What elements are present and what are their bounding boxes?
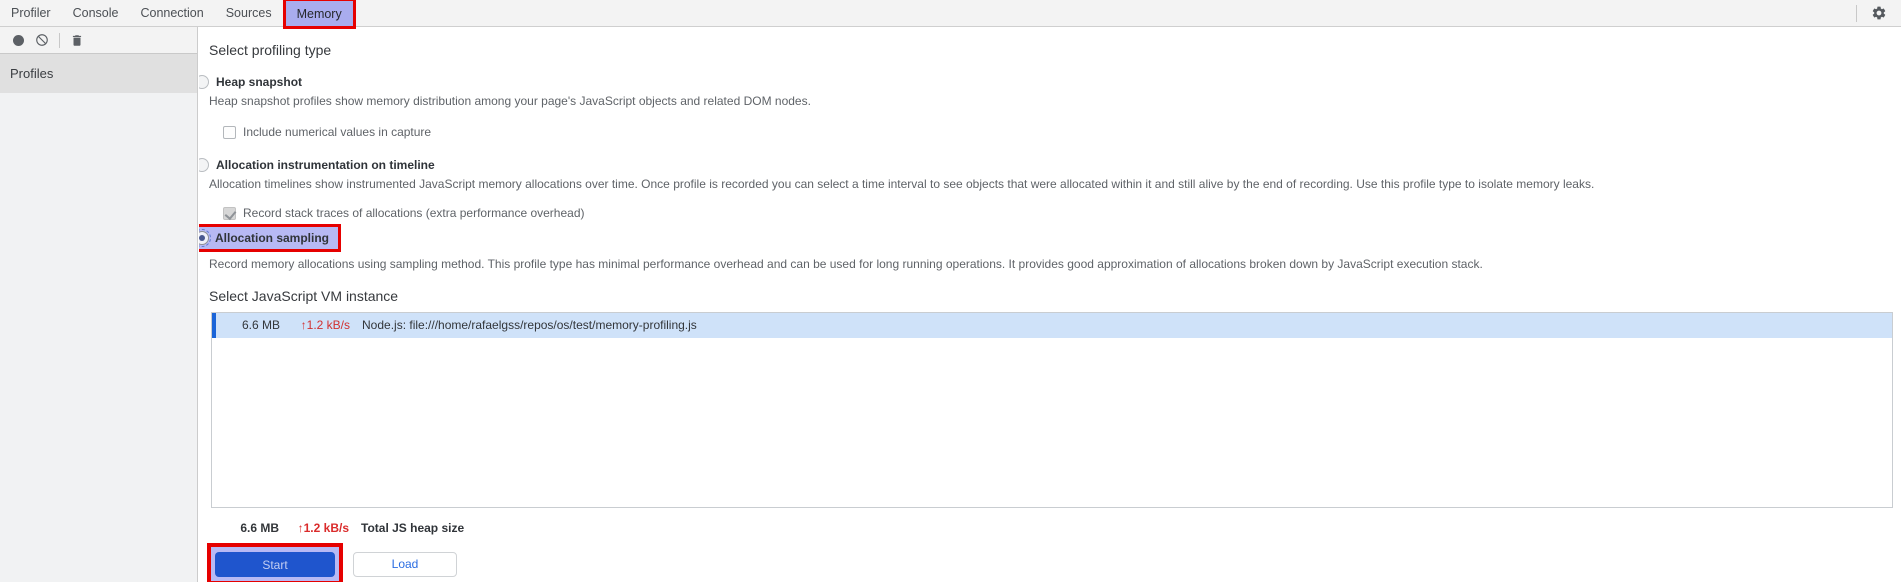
clear-profiles-button[interactable]: [30, 33, 54, 47]
start-button-annotation-box: Start: [207, 543, 343, 582]
option-label[interactable]: Allocation instrumentation on timeline: [216, 158, 435, 172]
total-heap-size: 6.6 MB: [240, 521, 279, 535]
radio-icon[interactable]: [199, 75, 209, 89]
total-allocation-rate: ↑1.2 kB/s: [297, 521, 349, 535]
radio-option-allocation-timeline[interactable]: Allocation instrumentation on timeline: [199, 156, 435, 174]
action-buttons-row: Start Load: [207, 543, 1901, 582]
tab-memory[interactable]: Memory: [285, 1, 353, 26]
delete-profile-button[interactable]: [65, 33, 89, 48]
checkbox-icon[interactable]: [223, 125, 236, 139]
option-description: Record memory allocations using sampling…: [209, 257, 1483, 271]
profiles-toolbar: [0, 27, 197, 54]
tab-sources[interactable]: Sources: [215, 0, 283, 26]
vm-instance-row-selected[interactable]: 6.6 MB ↑1.2 kB/s Node.js: file:///home/r…: [212, 313, 1892, 338]
vm-instance-name: Node.js: file:///home/rafaelgss/repos/os…: [362, 318, 697, 332]
devtools-memory-panel: Profiler Console Connection Sources Memo…: [0, 0, 1901, 582]
total-heap-label: Total JS heap size: [361, 521, 465, 535]
checkbox-label: Record stack traces of allocations (extr…: [243, 206, 585, 220]
vm-instance-heading: Select JavaScript VM instance: [209, 288, 399, 304]
total-heap-row: 6.6 MB ↑1.2 kB/s Total JS heap size: [211, 521, 1901, 536]
record-circle-icon: [12, 34, 24, 46]
tabbar-right-controls: [1856, 0, 1901, 26]
checkbox-record-stack-traces[interactable]: Record stack traces of allocations (extr…: [223, 204, 585, 222]
checkbox-label[interactable]: Include numerical values in capture: [243, 125, 431, 139]
panel-tabbar: Profiler Console Connection Sources Memo…: [0, 0, 1901, 27]
vm-allocation-rate: ↑1.2 kB/s: [300, 318, 350, 332]
gear-icon: [1871, 5, 1887, 21]
checkbox-include-numerical-values[interactable]: Include numerical values in capture: [223, 123, 431, 141]
tab-profiler[interactable]: Profiler: [0, 0, 62, 26]
profiles-sidebar: Profiles: [0, 27, 198, 582]
tab-console[interactable]: Console: [62, 0, 130, 26]
checkbox-icon: [223, 206, 236, 220]
option-description: Allocation timelines show instrumented J…: [209, 177, 1595, 191]
radio-icon[interactable]: [199, 158, 209, 172]
trash-icon: [70, 33, 84, 48]
record-profile-button[interactable]: [6, 34, 30, 46]
option-description: Heap snapshot profiles show memory distr…: [209, 94, 811, 108]
block-icon: [35, 33, 49, 47]
start-button[interactable]: Start: [215, 552, 335, 577]
profiling-type-heading: Select profiling type: [209, 42, 332, 58]
radio-option-allocation-sampling[interactable]: Allocation sampling: [199, 227, 339, 249]
option-label[interactable]: Heap snapshot: [216, 75, 302, 89]
radio-selected-icon[interactable]: [199, 229, 211, 247]
vm-instance-table: 6.6 MB ↑1.2 kB/s Node.js: file:///home/r…: [211, 312, 1893, 508]
vm-heap-size: 6.6 MB: [241, 318, 280, 332]
settings-button[interactable]: [1857, 5, 1901, 21]
radio-option-heap-snapshot[interactable]: Heap snapshot: [199, 73, 302, 91]
option-label[interactable]: Allocation sampling: [215, 231, 329, 245]
toolbar-separator: [59, 32, 60, 48]
sidebar-item-profiles[interactable]: Profiles: [0, 54, 197, 93]
memory-panel-content: Select profiling type Heap snapshot Heap…: [199, 27, 1901, 582]
tab-connection[interactable]: Connection: [129, 0, 214, 26]
load-button[interactable]: Load: [353, 551, 457, 577]
